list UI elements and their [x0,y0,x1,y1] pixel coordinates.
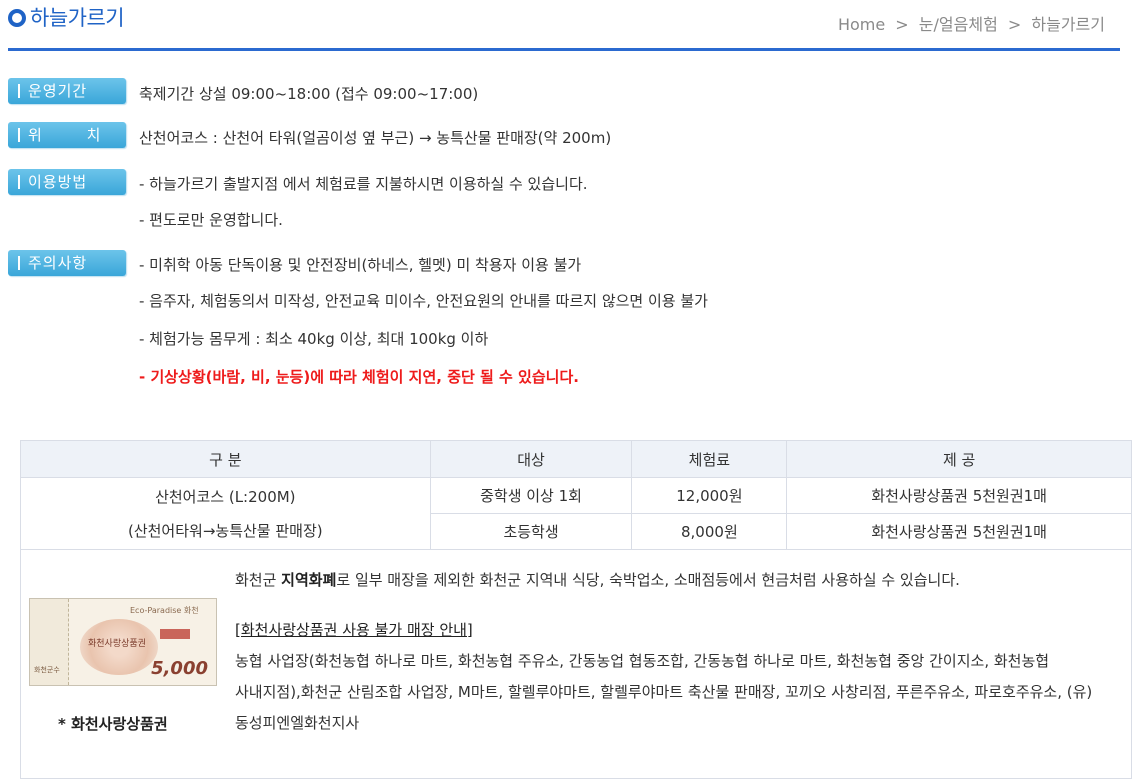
provide-cell: 화천사랑상품권 5천원권1매 [786,513,1132,550]
usage-text-2: - 편도로만 운영합니다. [139,211,283,229]
voucher-image: Eco-Paradise 화천 화천사랑상품권 5,000 화천군수 [29,598,217,686]
fee-cell: 8,000원 [631,513,788,550]
table-row: 산천어코스 (L:200M) (산천어타워→농특산물 판매장) 중학생 이상 1… [20,477,1132,550]
voucher-stub-text: 화천군수 [34,666,60,674]
voucher-stamp [160,629,190,639]
voucher-amount: 5,000 [151,658,208,679]
fee-table: 구 분 대상 체험료 제 공 산천어코스 (L:200M) (산천어타워→농특산… [20,440,1132,779]
title-divider [8,48,1120,51]
voucher-cell: Eco-Paradise 화천 화천사랑상품권 5,000 화천군수 * 화천사… [20,549,1132,779]
target-cell: 초등학생 [429,513,633,550]
course-name: 산천어코스 (L:200M) [155,487,296,506]
page-title: 하늘가르기 [30,6,125,30]
breadcrumb-separator: > [895,15,909,34]
header-target: 대상 [429,440,633,478]
caution-label: 주의사항 [8,250,126,276]
table-header-row: 구 분 대상 체험료 제 공 [20,440,1132,478]
restricted-stores-list: 농협 사업장(화천농협 하나로 마트, 화천농협 주유소, 간동농업 협동조합,… [235,652,1093,732]
location-text: 산천어코스 : 산천어 타워(얼곰이성 옆 부근) → 농특산물 판매장(약 2… [139,129,612,147]
period-label: 운영기간 [8,78,126,104]
header-provide: 제 공 [786,440,1132,478]
breadcrumb-home[interactable]: Home [838,15,885,34]
voucher-description: 화천군 지역화폐로 일부 매장을 제외한 화천군 지역내 식당, 숙박업소, 소… [235,565,1115,739]
voucher-caption: * 화천사랑상품권 [58,715,168,733]
fee-cell: 12,000원 [631,477,788,514]
breadcrumb-separator: > [1007,15,1022,34]
voucher-image-name: 화천사랑상품권 [88,639,146,649]
header-category: 구 분 [20,440,431,478]
breadcrumb-current: 하늘가르기 [1031,15,1105,34]
target-cell: 중학생 이상 1회 [429,477,633,514]
breadcrumb-category[interactable]: 눈/얼음체험 [919,15,998,34]
course-route: (산천어타워→농특산물 판매장) [127,521,323,540]
voucher-row: Eco-Paradise 화천 화천사랑상품권 5,000 화천군수 * 화천사… [20,549,1132,779]
voucher-slogan: Eco-Paradise 화천 [130,606,199,615]
usage-text-1: - 하늘가르기 출발지점 에서 체험료를 지불하시면 이용하실 수 있습니다. [139,175,588,193]
usage-label: 이용방법 [8,169,126,195]
course-cell: 산천어코스 (L:200M) (산천어타워→농특산물 판매장) [20,477,431,550]
weather-warning: - 기상상황(바람, 비, 눈등)에 따라 체험이 지연, 중단 될 수 있습니… [139,368,579,386]
location-label: 위 치 [8,122,126,148]
header-fee: 체험료 [631,440,788,478]
caution-text-1: - 미취학 아동 단독이용 및 안전장비(하네스, 헬멧) 미 착용자 이용 불… [139,256,582,274]
restricted-stores-title: [화천사랑상품권 사용 불가 매장 안내] [235,621,473,639]
provide-cell: 화천사랑상품권 5천원권1매 [786,477,1132,514]
voucher-intro: 화천군 지역화폐로 일부 매장을 제외한 화천군 지역내 식당, 숙박업소, 소… [235,571,960,589]
caution-text-3: - 체험가능 몸무게 : 최소 40kg 이상, 최대 100kg 이하 [139,330,489,348]
circle-bullet-icon [8,9,26,27]
title-bar: 하늘가르기 Home > 눈/얼음체험 > 하늘가르기 [0,0,1120,52]
breadcrumb: Home > 눈/얼음체험 > 하늘가르기 [838,11,1105,35]
caution-text-2: - 음주자, 체험동의서 미작성, 안전교육 미이수, 안전요원의 안내를 따르… [139,292,708,310]
period-text: 축제기간 상설 09:00~18:00 (접수 09:00~17:00) [139,85,479,103]
